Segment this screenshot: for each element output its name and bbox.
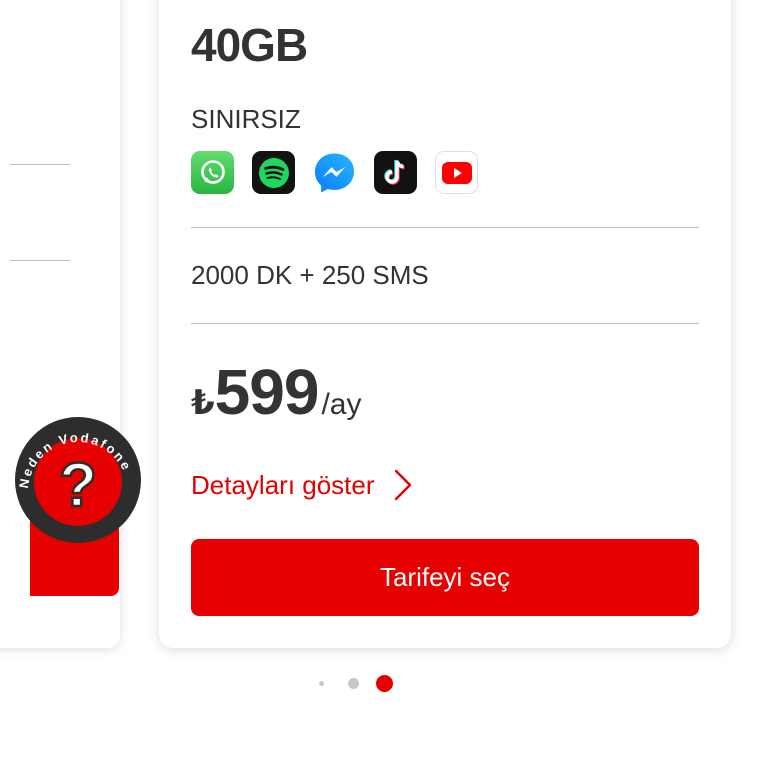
select-plan-button[interactable]: Tarifeyi seç: [191, 539, 699, 616]
divider: [10, 164, 70, 165]
unlimited-label: SINIRSIZ: [191, 104, 301, 134]
pagination-dot[interactable]: [348, 678, 359, 689]
messenger-icon: [313, 151, 356, 194]
unlimited-apps: [191, 151, 478, 194]
previous-plan-card[interactable]: [0, 0, 120, 648]
show-details-link[interactable]: Detayları göster: [191, 468, 413, 502]
spotify-icon: [252, 151, 295, 194]
currency-symbol: ₺: [191, 384, 215, 422]
price-amount: 599: [214, 356, 320, 428]
divider: [191, 323, 699, 324]
data-amount: 40GB: [191, 19, 308, 71]
pagination-dot[interactable]: [319, 681, 324, 686]
price: ₺ 599 /ay: [191, 355, 361, 429]
whatsapp-icon: [191, 151, 234, 194]
minutes-sms: 2000 DK + 250 SMS: [191, 260, 429, 290]
pagination-dot-active[interactable]: [376, 675, 393, 692]
price-period: /ay: [321, 388, 362, 421]
chevron-right-icon: [394, 469, 411, 501]
tiktok-icon: [374, 151, 417, 194]
divider: [10, 260, 70, 261]
why-vodafone-badge[interactable]: Neden Vodafone ?: [14, 416, 142, 544]
show-details-label: Detayları göster: [191, 469, 375, 500]
divider: [191, 227, 699, 228]
question-mark-icon: ?: [59, 451, 97, 520]
plan-card: 40GB SINIRSIZ 2000 DK + 250 SMS ₺ 599 /a…: [159, 0, 731, 648]
youtube-icon: [435, 151, 478, 194]
carousel-pagination: [312, 674, 402, 692]
